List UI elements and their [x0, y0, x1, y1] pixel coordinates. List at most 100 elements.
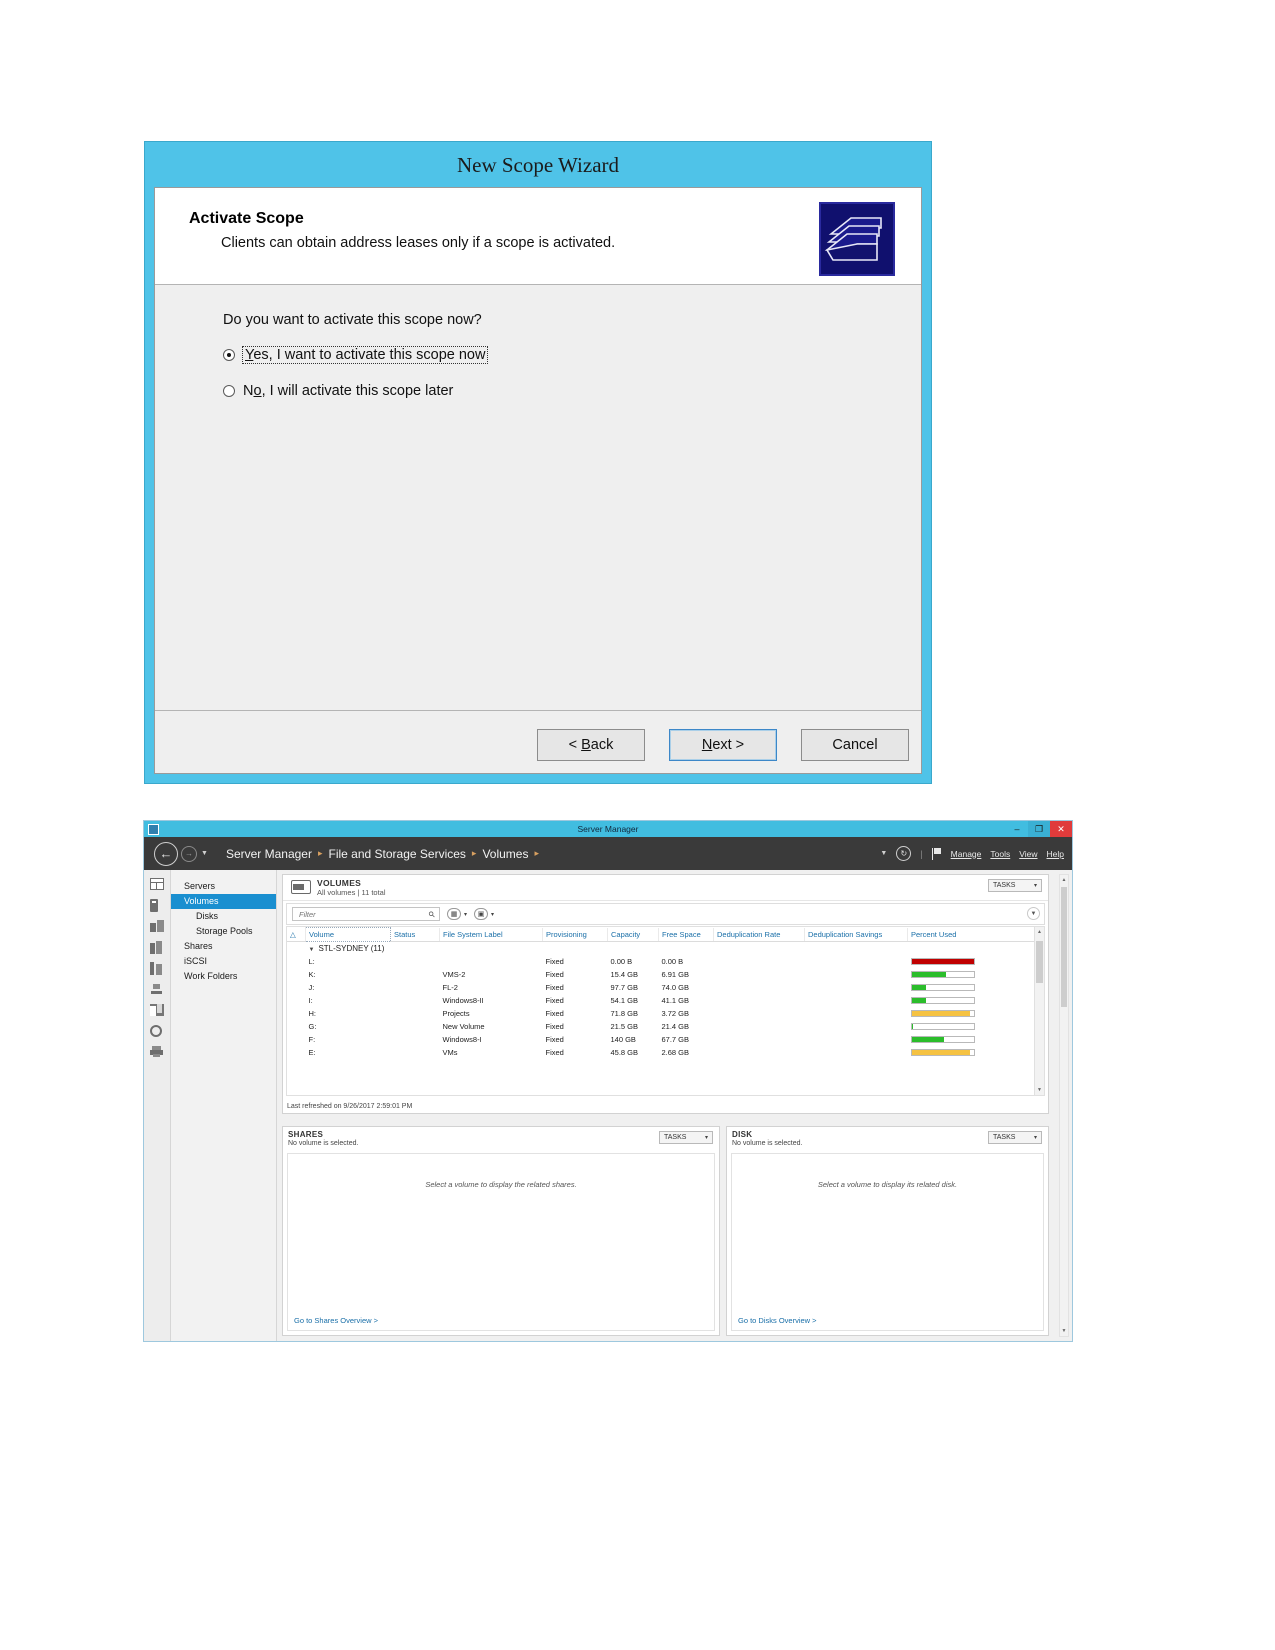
radio-activate-later-indicator[interactable] [223, 385, 235, 398]
close-button[interactable]: ✕ [1050, 821, 1072, 837]
breadcrumb-separator-icon: ▸ [317, 848, 323, 858]
table-row[interactable]: J: FL-2 Fixed 97.7 GB 74.0 GB [287, 981, 1044, 994]
filter-input[interactable] [297, 908, 421, 920]
notifications-flag-icon[interactable] [931, 847, 942, 860]
collapse-group-icon[interactable]: ▼ [309, 947, 315, 953]
shares-tasks-button[interactable]: TASKS ▾ [659, 1131, 713, 1144]
menu-manage[interactable]: Manage [951, 849, 982, 859]
column-provisioning[interactable]: Provisioning [542, 927, 608, 942]
file-storage-group-icon[interactable] [150, 941, 164, 954]
column-file-system-label[interactable]: File System Label [439, 927, 543, 942]
roles-icon[interactable] [150, 962, 164, 975]
cell-label: VMs [442, 1048, 458, 1057]
sidebar-item-shares[interactable]: Shares [171, 939, 276, 954]
print-services-icon[interactable] [150, 1046, 164, 1058]
filter-input-wrapper[interactable]: ⚲ [292, 907, 440, 921]
refresh-chevron-down-icon[interactable]: ▼ [880, 850, 887, 857]
radio-activate-now-indicator[interactable] [223, 349, 235, 362]
wizard-button-row: < Back Next > Cancel [537, 729, 909, 761]
cell-free-space: 21.4 GB [661, 1022, 690, 1031]
cell-label: VMS-2 [442, 970, 466, 979]
wizard-body: Activate Scope Clients can obtain addres… [154, 187, 922, 774]
file-and-storage-services-icon[interactable] [150, 1004, 164, 1016]
cell-dedup-rate [714, 955, 805, 968]
table-row[interactable]: E: VMs Fixed 45.8 GB 2.68 GB [287, 1046, 1044, 1059]
volumes-tasks-button[interactable]: TASKS ▾ [988, 879, 1042, 892]
column-status[interactable]: Status [390, 927, 440, 942]
cell-provisioning: Fixed [545, 1035, 564, 1044]
cancel-button[interactable]: Cancel [801, 729, 909, 761]
cell-status [391, 1046, 440, 1059]
dashboard-icon[interactable] [150, 878, 164, 890]
cell-dedup-rate [714, 1020, 805, 1033]
cell-free-space: 2.68 GB [661, 1048, 690, 1057]
scrollbar-thumb[interactable] [1036, 941, 1043, 983]
disk-tasks-button[interactable]: TASKS ▾ [988, 1131, 1042, 1144]
scrollbar-thumb[interactable] [1061, 887, 1067, 1007]
column-capacity[interactable]: Capacity [607, 927, 659, 942]
sidebar-item-volumes[interactable]: Volumes [171, 894, 276, 909]
table-row[interactable]: K: VMS-2 Fixed 15.4 GB 6.91 GB [287, 968, 1044, 981]
minimize-button[interactable]: – [1006, 821, 1028, 837]
filter-dropdown-1[interactable]: ▦ ▾ [447, 908, 467, 920]
cell-status [391, 1020, 440, 1033]
table-vertical-scrollbar[interactable]: ▲ ▼ [1034, 927, 1044, 1095]
cell-label: Windows8-I [442, 1035, 482, 1044]
column-volume[interactable]: Volume [305, 927, 391, 942]
cell-status [391, 968, 440, 981]
go-to-disks-overview-link[interactable]: Go to Disks Overview > [738, 1316, 817, 1325]
menu-help[interactable]: Help [1047, 849, 1064, 859]
next-button[interactable]: Next > [669, 729, 777, 761]
local-server-icon[interactable] [150, 899, 164, 912]
cell-dedup-savings [805, 955, 908, 968]
table-row[interactable]: F: Windows8-I Fixed 140 GB 67.7 GB [287, 1033, 1044, 1046]
radio-option-activate-later[interactable]: No, I will activate this scope later [223, 383, 453, 399]
go-to-shares-overview-link[interactable]: Go to Shares Overview > [294, 1316, 378, 1325]
breadcrumb-item-file-and-storage-services[interactable]: File and Storage Services [329, 847, 466, 861]
navigation-bar: ← → ▼ Server Manager ▸ File and Storage … [144, 837, 1072, 870]
cell-percent-used [908, 1046, 1044, 1059]
menu-view[interactable]: View [1019, 849, 1037, 859]
table-row[interactable]: L: Fixed 0.00 B 0.00 B [287, 955, 1044, 968]
table-group-row[interactable]: ▼ STL-SYDNEY (11) [287, 942, 1044, 956]
column-percent-used[interactable]: Percent Used [907, 927, 1044, 942]
sidebar-item-work-folders[interactable]: Work Folders [171, 969, 276, 984]
cell-provisioning: Fixed [545, 970, 564, 979]
table-row[interactable]: G: New Volume Fixed 21.5 GB 21.4 GB [287, 1020, 1044, 1033]
cell-percent-used [908, 1007, 1044, 1020]
column-deduplication-rate[interactable]: Deduplication Rate [713, 927, 805, 942]
sidebar-item-iscsi[interactable]: iSCSI [171, 954, 276, 969]
scroll-down-icon[interactable]: ▼ [1060, 1326, 1068, 1336]
table-row[interactable]: H: Projects Fixed 71.8 GB 3.72 GB [287, 1007, 1044, 1020]
back-arrow-icon[interactable]: ← [154, 841, 178, 866]
cell-capacity: 97.7 GB [610, 983, 639, 992]
sidebar-item-storage-pools[interactable]: Storage Pools [171, 924, 276, 939]
menu-tools[interactable]: Tools [990, 849, 1010, 859]
cell-volume: H: [308, 1009, 317, 1018]
breadcrumb-item-server-manager[interactable]: Server Manager [226, 847, 312, 861]
history-chevron-down-icon[interactable]: ▼ [201, 850, 208, 857]
table-row[interactable]: I: Windows8-II Fixed 54.1 GB 41.1 GB [287, 994, 1044, 1007]
refresh-icon[interactable]: ↻ [896, 846, 912, 861]
scroll-down-icon[interactable]: ▼ [1035, 1085, 1044, 1095]
filter-dropdown-2[interactable]: ▣ ▾ [474, 908, 494, 920]
radio-option-activate-now[interactable]: Yes, I want to activate this scope now [223, 346, 489, 365]
sidebar-item-disks[interactable]: Disks [171, 909, 276, 924]
breadcrumb-item-volumes[interactable]: Volumes [482, 847, 528, 861]
back-button[interactable]: < Back [537, 729, 645, 761]
collapse-panel-chevron-icon[interactable]: ▼ [1027, 907, 1040, 920]
iis-icon[interactable] [150, 1025, 164, 1037]
scroll-up-icon[interactable]: ▲ [1035, 927, 1044, 937]
remote-access-icon[interactable] [150, 983, 164, 995]
column-deduplication-savings[interactable]: Deduplication Savings [804, 927, 908, 942]
cell-capacity: 15.4 GB [610, 970, 639, 979]
shares-panel-subtitle: No volume is selected. [288, 1140, 359, 1147]
maximize-button[interactable]: ❐ [1028, 821, 1050, 837]
all-servers-icon[interactable] [150, 920, 164, 932]
forward-arrow-icon[interactable]: → [181, 845, 197, 862]
column-free-space[interactable]: Free Space [658, 927, 714, 942]
scroll-up-icon[interactable]: ▲ [1060, 875, 1068, 885]
content-vertical-scrollbar[interactable]: ▲ ▼ [1059, 874, 1069, 1337]
sidebar-item-servers[interactable]: Servers [171, 879, 276, 894]
wizard-content: Do you want to activate this scope now? … [155, 285, 921, 773]
